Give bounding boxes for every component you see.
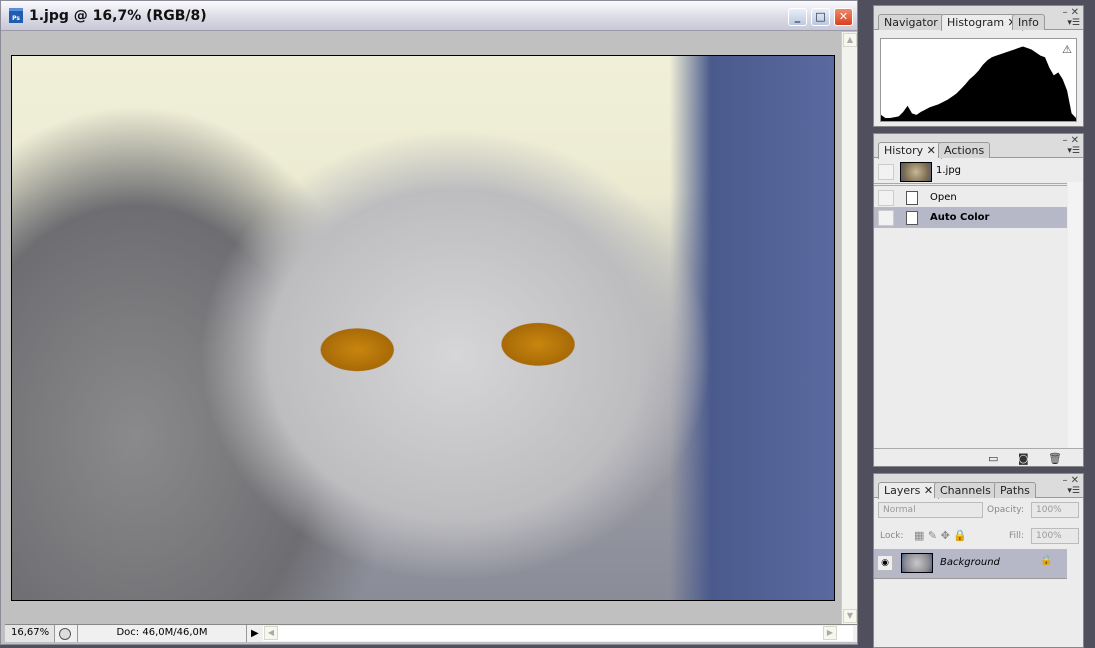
- tab-paths[interactable]: Paths: [994, 482, 1036, 498]
- panel-tabs: Navigator Histogram ✕ Info – ✕ ▾☰: [874, 6, 1083, 31]
- lock-icons[interactable]: ▦ ✎ ✥ 🔒: [914, 529, 967, 542]
- new-document-icon[interactable]: ▭: [988, 452, 998, 465]
- tab-channels[interactable]: Channels: [934, 482, 997, 498]
- photoshop-icon: Ps: [9, 8, 23, 23]
- tab-history[interactable]: History ✕: [878, 142, 942, 159]
- snapshot-thumbnail: [900, 162, 932, 182]
- history-item-label: Auto Color: [930, 212, 990, 223]
- status-menu-arrow[interactable]: ▶: [251, 628, 259, 639]
- histogram-shape: [881, 46, 1076, 121]
- panel-menu-icon[interactable]: ▾☰: [1067, 146, 1080, 156]
- history-item-open[interactable]: Open: [874, 188, 1067, 208]
- fill-label: Fill:: [1009, 531, 1025, 541]
- vertical-scrollbar[interactable]: ▲ ▼: [841, 32, 857, 624]
- panel-menu-icon[interactable]: ▾☰: [1067, 486, 1080, 496]
- maximize-button[interactable]: □: [811, 8, 830, 26]
- panel-minimize-close[interactable]: – ✕: [1062, 475, 1079, 486]
- document-window: Ps 1.jpg @ 16,7% (RGB/8) _ □ ✕ ▲ ▼ 16,67…: [0, 0, 858, 645]
- fill-field[interactable]: 100%: [1031, 528, 1079, 544]
- canvas-area[interactable]: [5, 32, 841, 624]
- opacity-field[interactable]: 100%: [1031, 502, 1079, 518]
- tab-actions[interactable]: Actions: [938, 142, 991, 158]
- opacity-label: Opacity:: [987, 505, 1024, 515]
- document-title-bar[interactable]: Ps 1.jpg @ 16,7% (RGB/8) _ □ ✕: [1, 1, 857, 31]
- status-icon[interactable]: [59, 628, 71, 640]
- histogram-display: ⚠: [880, 38, 1077, 122]
- histogram-panel: Navigator Histogram ✕ Info – ✕ ▾☰ ⚠: [873, 5, 1084, 127]
- snapshot-camera-icon[interactable]: ◙: [1018, 452, 1029, 465]
- history-scrollbar[interactable]: [1068, 182, 1082, 454]
- history-item-label: Open: [930, 192, 957, 203]
- panel-tabs: Layers ✕ Channels Paths – ✕ ▾☰: [874, 474, 1083, 499]
- tab-layers[interactable]: Layers ✕: [878, 482, 940, 499]
- close-button[interactable]: ✕: [834, 8, 853, 26]
- warning-icon[interactable]: ⚠: [1062, 43, 1072, 56]
- scroll-down-arrow[interactable]: ▼: [843, 609, 857, 623]
- lock-label: Lock:: [880, 531, 904, 541]
- zoom-level[interactable]: 16,67%: [5, 625, 55, 642]
- doc-size: Doc: 46,0M/46,0M: [77, 625, 247, 642]
- minimize-button[interactable]: _: [788, 8, 807, 26]
- horizontal-scrollbar[interactable]: ◀ ▶: [263, 626, 853, 641]
- history-state-icon: [906, 211, 918, 225]
- cat-photo[interactable]: [11, 55, 835, 601]
- history-item-auto-color[interactable]: Auto Color: [874, 208, 1067, 228]
- history-source-box[interactable]: [878, 210, 894, 226]
- history-snapshot[interactable]: 1.jpg: [874, 159, 1067, 186]
- trash-icon[interactable]: 🗑: [1048, 452, 1062, 465]
- panel-minimize-close[interactable]: – ✕: [1062, 7, 1079, 18]
- history-brush-icon[interactable]: [878, 164, 894, 180]
- scroll-right-arrow[interactable]: ▶: [823, 626, 837, 640]
- histogram-graph: [881, 46, 1076, 121]
- history-footer: ▭ ◙ 🗑: [874, 448, 1083, 466]
- history-source-box[interactable]: [878, 190, 894, 206]
- visibility-eye-icon[interactable]: ◉: [877, 555, 893, 571]
- tab-info[interactable]: Info: [1012, 14, 1045, 30]
- panel-minimize-close[interactable]: – ✕: [1062, 135, 1079, 146]
- scroll-left-arrow[interactable]: ◀: [264, 626, 278, 640]
- panel-tabs: History ✕ Actions – ✕ ▾☰: [874, 134, 1083, 159]
- tab-navigator[interactable]: Navigator: [878, 14, 944, 30]
- layers-panel: Layers ✕ Channels Paths – ✕ ▾☰ Normal Op…: [873, 473, 1084, 648]
- layer-name[interactable]: Background: [940, 557, 1000, 568]
- layer-thumbnail: [901, 553, 933, 573]
- history-state-icon: [906, 191, 918, 205]
- panel-menu-icon[interactable]: ▾☰: [1067, 18, 1080, 28]
- scroll-up-arrow[interactable]: ▲: [843, 33, 857, 47]
- history-panel: History ✕ Actions – ✕ ▾☰ 1.jpg Open Auto…: [873, 133, 1084, 467]
- blend-mode-select[interactable]: Normal: [878, 502, 983, 518]
- document-title: 1.jpg @ 16,7% (RGB/8): [29, 8, 207, 24]
- snapshot-label: 1.jpg: [936, 165, 962, 176]
- layer-lock-icon: 🔒: [1040, 555, 1053, 566]
- tab-histogram[interactable]: Histogram ✕: [941, 14, 1023, 31]
- status-bar: 16,67% Doc: 46,0M/46,0M ▶ ◀ ▶: [5, 624, 857, 642]
- layer-row-background[interactable]: ◉ Background 🔒: [874, 549, 1067, 579]
